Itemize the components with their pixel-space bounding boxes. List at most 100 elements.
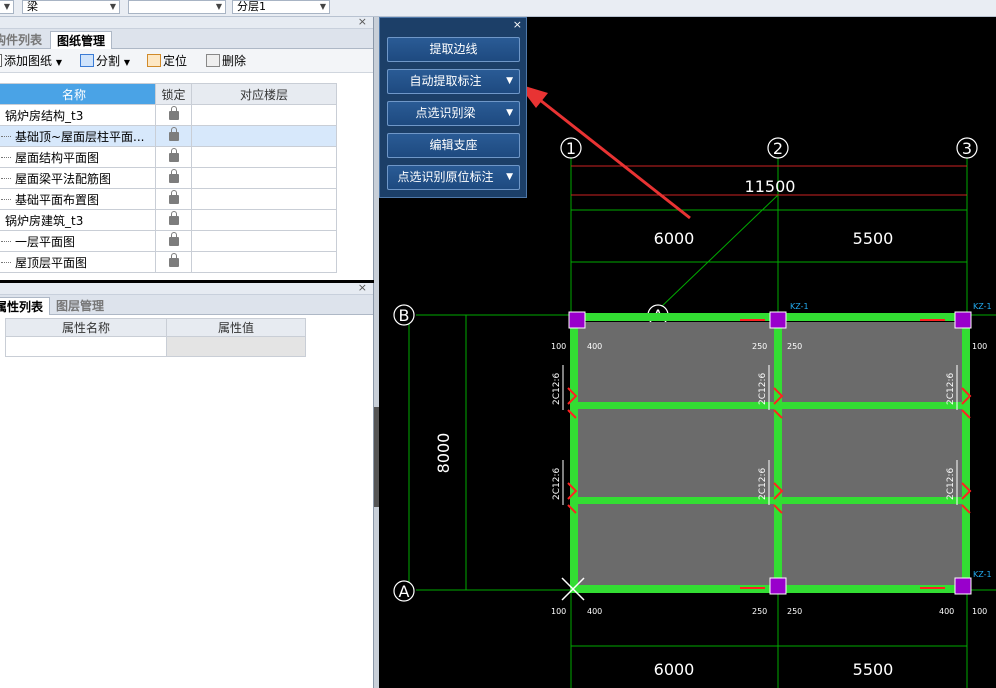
tab-layer-management[interactable]: 图层管理: [50, 297, 110, 315]
lock-icon[interactable]: [168, 253, 179, 267]
table-row[interactable]: 锅炉房建筑_t3: [0, 209, 337, 231]
lock-icon[interactable]: [168, 169, 179, 183]
drawing-name-cell[interactable]: 屋面梁平法配筋图: [0, 167, 156, 189]
drawing-name-cell[interactable]: 一层平面图: [0, 230, 156, 252]
table-row[interactable]: 一层平面图: [0, 230, 337, 252]
drawing-name-cell[interactable]: 锅炉房建筑_t3: [0, 209, 156, 231]
beam-label: 2C12:6: [946, 373, 956, 405]
chevron-down-icon: ▼: [55, 58, 62, 67]
drawing-panel: × 构件列表 图纸管理 添加图纸 ▼ 分割 ▼ 定位 删除 名称 锁定 对应楼层…: [0, 15, 374, 280]
tab-property-list[interactable]: 属性列表: [0, 297, 51, 315]
close-icon[interactable]: ×: [358, 281, 367, 294]
split-button[interactable]: 分割 ▼: [80, 53, 130, 69]
lock-icon[interactable]: [168, 127, 179, 141]
combo-category[interactable]: ▼: [0, 0, 14, 14]
drawing-name-cell[interactable]: 屋顶层平面图: [0, 251, 156, 273]
chevron-down-icon: ▼: [215, 2, 222, 11]
chevron-down-icon: ▼: [123, 58, 130, 67]
column-header-name[interactable]: 名称: [0, 83, 156, 105]
floor-cell[interactable]: [191, 167, 337, 189]
property-panel: × 属性列表 图层管理 属性名称 属性值: [0, 281, 374, 688]
combo-layer[interactable]: 分层1 ▼: [232, 0, 330, 14]
column-header-floor[interactable]: 对应楼层: [191, 83, 337, 105]
lock-cell[interactable]: [155, 104, 192, 126]
float-menu-button-2[interactable]: 自动提取标注 ▼: [387, 69, 520, 94]
lock-icon[interactable]: [168, 106, 179, 120]
drawing-toolbar: 添加图纸 ▼ 分割 ▼ 定位 删除: [0, 49, 373, 73]
chevron-down-icon[interactable]: ▼: [506, 70, 513, 93]
top-toolbar: ▼ 梁 ▼ ▼ 分层1 ▼: [0, 0, 996, 17]
small-dimension: 100: [551, 342, 566, 351]
close-icon[interactable]: ×: [358, 15, 367, 28]
column-tag: KZ-1: [790, 302, 809, 311]
lock-cell[interactable]: [155, 125, 192, 147]
small-dimension: 400: [587, 607, 602, 616]
column-header-property-name[interactable]: 属性名称: [5, 318, 167, 337]
float-menu-button-4[interactable]: 编辑支座: [387, 133, 520, 158]
table-row[interactable]: 锅炉房结构_t3: [0, 104, 337, 126]
column-header-lock[interactable]: 锁定: [155, 83, 192, 105]
floor-cell[interactable]: [191, 209, 337, 231]
lock-icon[interactable]: [168, 232, 179, 246]
floor-cell[interactable]: [191, 230, 337, 252]
delete-button[interactable]: 删除: [206, 53, 246, 69]
drawing-name-cell[interactable]: 基础平面布置图: [0, 188, 156, 210]
float-menu-button-5[interactable]: 点选识别原位标注 ▼: [387, 165, 520, 190]
property-value-cell[interactable]: [166, 336, 306, 357]
lock-cell[interactable]: [155, 230, 192, 252]
small-dimension: 400: [587, 342, 602, 351]
callout-arrow: [518, 84, 691, 220]
property-name-cell[interactable]: [5, 336, 167, 357]
chevron-down-icon: ▼: [109, 2, 116, 11]
floor-cell[interactable]: [191, 146, 337, 168]
floor-cell[interactable]: [191, 188, 337, 210]
small-dimension: 400: [939, 607, 954, 616]
lock-cell[interactable]: [155, 167, 192, 189]
beam-label: 2C12:6: [946, 468, 956, 500]
float-menu-button-1[interactable]: 提取边线: [387, 37, 520, 62]
add-drawing-button[interactable]: 添加图纸 ▼: [0, 53, 62, 69]
dimension-left: 6000: [654, 229, 695, 248]
lock-cell[interactable]: [155, 146, 192, 168]
drawing-name-cell[interactable]: 屋面结构平面图: [0, 146, 156, 168]
close-icon[interactable]: ×: [513, 18, 522, 31]
axis-number: 2: [773, 139, 783, 158]
drawing-name-cell[interactable]: 基础顶~屋面层柱平面...: [0, 125, 156, 147]
table-row[interactable]: 基础平面布置图: [0, 188, 337, 210]
float-menu-button-label: 自动提取标注: [409, 74, 482, 88]
float-menu-button-3[interactable]: 点选识别梁 ▼: [387, 101, 520, 126]
lock-cell[interactable]: [155, 251, 192, 273]
tab-component-list[interactable]: 构件列表: [0, 31, 48, 49]
chevron-down-icon[interactable]: ▼: [506, 166, 513, 189]
beam-label: 2C12:6: [758, 373, 768, 405]
table-row[interactable]: 基础顶~屋面层柱平面...: [0, 125, 337, 147]
lock-cell[interactable]: [155, 188, 192, 210]
column-tag: KZ-1: [973, 302, 992, 311]
beam-label: 2C12:6: [758, 468, 768, 500]
lock-cell[interactable]: [155, 209, 192, 231]
floor-cell[interactable]: [191, 251, 337, 273]
table-row[interactable]: 屋顶层平面图: [0, 251, 337, 273]
slab-panels: [578, 322, 962, 586]
dimension-right: 5500: [853, 229, 894, 248]
combo-element-name[interactable]: ▼: [128, 0, 226, 14]
beam-recognition-menu: × 提取边线 自动提取标注 ▼ 点选识别梁 ▼ 编辑支座 点选识别原位标注 ▼: [379, 17, 527, 198]
lock-icon[interactable]: [168, 148, 179, 162]
table-row[interactable]: [5, 336, 306, 357]
locate-button[interactable]: 定位: [147, 53, 187, 69]
lock-icon[interactable]: [168, 211, 179, 225]
combo-element-type[interactable]: 梁 ▼: [22, 0, 120, 14]
chevron-down-icon[interactable]: ▼: [506, 102, 513, 125]
tree-line: [1, 178, 11, 179]
locate-icon: [147, 54, 161, 67]
floor-cell[interactable]: [191, 104, 337, 126]
column-header-property-value[interactable]: 属性值: [166, 318, 306, 337]
floor-cell[interactable]: [191, 125, 337, 147]
tree-line: [1, 262, 11, 263]
drawing-name-cell[interactable]: 锅炉房结构_t3: [0, 104, 156, 126]
table-row[interactable]: 屋面结构平面图: [0, 146, 337, 168]
tab-drawing-management[interactable]: 图纸管理: [50, 31, 113, 49]
beam-label: 2C12:6: [552, 468, 562, 500]
table-row[interactable]: 屋面梁平法配筋图: [0, 167, 337, 189]
lock-icon[interactable]: [168, 190, 179, 204]
